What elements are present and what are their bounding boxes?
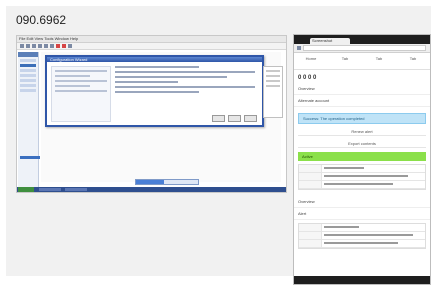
text-line [115, 86, 255, 88]
details-table [298, 223, 426, 249]
nav-item[interactable]: Home [294, 53, 328, 69]
text-line [115, 76, 227, 78]
side-list[interactable] [263, 66, 283, 118]
copy-icon[interactable] [44, 44, 48, 48]
table-row [299, 240, 425, 248]
tree-line[interactable] [55, 75, 90, 77]
tree-item[interactable] [20, 79, 36, 82]
section-link[interactable]: Overview [294, 83, 430, 95]
tree-item[interactable] [20, 84, 36, 87]
tree-line[interactable] [55, 85, 90, 87]
image-code: 090.6962 [16, 13, 67, 27]
tree-line[interactable] [55, 80, 107, 82]
section-link[interactable]: Overview [294, 196, 430, 208]
section-link[interactable]: Alert [294, 208, 430, 220]
selection-bar [20, 156, 40, 159]
menu-bar[interactable]: File Edit View Tools Window Help [17, 36, 286, 43]
save-icon[interactable] [32, 44, 36, 48]
list-item[interactable] [266, 75, 280, 77]
phone-screenshot[interactable]: Screenshot Home Tab Tab Tab 0 0 0 0 Over… [293, 34, 431, 285]
table-row [299, 165, 425, 173]
text-line [115, 71, 255, 73]
tree-item[interactable] [20, 74, 36, 77]
tree-item[interactable] [20, 89, 36, 92]
list-row[interactable]: Renew alert [298, 127, 426, 136]
page-title: 0 0 0 0 [298, 75, 317, 81]
tree-item[interactable] [20, 59, 36, 62]
section-link[interactable]: Alternate account [294, 95, 430, 107]
dialog-buttons [212, 115, 257, 122]
back-button[interactable] [212, 115, 225, 122]
tree-item[interactable] [20, 69, 36, 72]
table-row [299, 232, 425, 240]
run-icon[interactable] [68, 44, 72, 48]
text-line [115, 66, 199, 68]
dialog-title: Configuration Wizard [47, 57, 262, 62]
nav-item[interactable]: Tab [328, 53, 362, 69]
table-row [299, 224, 425, 232]
browser-tab[interactable]: Screenshot [310, 38, 350, 44]
list-item[interactable] [266, 80, 280, 82]
row-label: Renew alert [351, 128, 373, 134]
details-table [298, 164, 426, 190]
paste-icon[interactable] [50, 44, 54, 48]
back-icon[interactable] [297, 46, 301, 50]
left-panel [18, 52, 39, 187]
tree-item-selected[interactable] [20, 64, 36, 67]
error-icon[interactable] [62, 44, 66, 48]
panel-header [18, 52, 38, 57]
row-label: Export contents [348, 140, 376, 146]
address-bar[interactable] [294, 44, 430, 53]
info-banner: Success: The operation completed [298, 113, 426, 124]
taskbar-item[interactable] [65, 188, 87, 191]
dialog-window: Configuration Wizard [45, 55, 264, 127]
progress-bar [135, 179, 199, 185]
next-button[interactable] [228, 115, 241, 122]
tree-line[interactable] [55, 90, 107, 92]
taskbar [17, 187, 286, 192]
list-item[interactable] [266, 85, 280, 87]
open-icon[interactable] [26, 44, 30, 48]
taskbar-item[interactable] [39, 188, 61, 191]
cut-icon[interactable] [38, 44, 42, 48]
tree-line[interactable] [55, 70, 107, 72]
table-row [299, 181, 425, 189]
dialog-content [115, 66, 255, 120]
nav-bar: Home Tab Tab Tab [294, 53, 430, 70]
new-icon[interactable] [20, 44, 24, 48]
dialog-tree [51, 66, 111, 122]
list-item[interactable] [266, 70, 280, 72]
progress-fill [136, 180, 164, 184]
start-button[interactable] [18, 187, 34, 192]
text-line [115, 91, 199, 93]
status-badge: Active [298, 152, 426, 161]
list-row[interactable]: Export contents [298, 139, 426, 148]
text-line [115, 81, 178, 83]
cancel-button[interactable] [244, 115, 257, 122]
toolbar [17, 43, 286, 50]
desktop-screenshot[interactable]: File Edit View Tools Window Help Configu… [16, 35, 287, 193]
nav-item[interactable]: Tab [396, 53, 430, 69]
stop-icon[interactable] [56, 44, 60, 48]
nav-item[interactable]: Tab [362, 53, 396, 69]
table-row [299, 173, 425, 181]
url-field[interactable] [303, 45, 426, 51]
